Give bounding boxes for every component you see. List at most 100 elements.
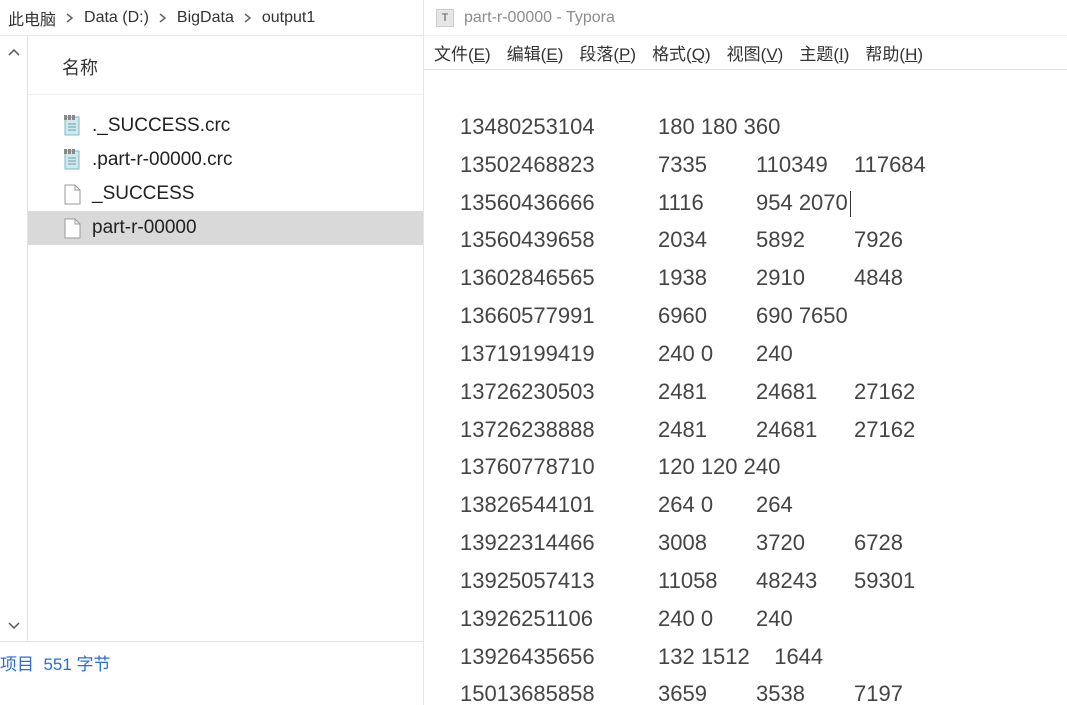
- row-col23: 240 0: [658, 335, 756, 373]
- file-name: part-r-00000: [92, 217, 197, 239]
- breadcrumb-item[interactable]: 此电脑: [4, 4, 60, 32]
- file-item[interactable]: ._SUCCESS.crc: [28, 109, 423, 143]
- row-col3: 3538: [756, 675, 854, 705]
- row-col3: 3720: [756, 524, 854, 562]
- row-col1: 13602846565: [460, 259, 658, 297]
- row-col3: 2910: [756, 259, 854, 297]
- menu-item[interactable]: 帮助(H): [865, 40, 923, 65]
- data-row: 13926435656132 1512 1644: [460, 638, 1067, 676]
- row-col3: 48243: [756, 562, 854, 600]
- data-row: 135024688237335110349117684: [460, 146, 1067, 184]
- file-name: ._SUCCESS.crc: [92, 115, 230, 137]
- row-col2: 7335: [658, 146, 756, 184]
- row-col1: 13826544101: [460, 486, 658, 524]
- status-items-label: 项目: [0, 655, 34, 674]
- chevron-up-icon[interactable]: [8, 44, 20, 59]
- row-col2: 11058: [658, 562, 756, 600]
- row-col1: 13480253104: [460, 108, 658, 146]
- menu-item[interactable]: 格式(Q): [652, 40, 711, 65]
- row-col2: 3659: [658, 675, 756, 705]
- row-col4: 264: [756, 486, 793, 524]
- row-col2: 6960: [658, 297, 756, 335]
- row-col2: 3008: [658, 524, 756, 562]
- row-col4: 7926: [854, 221, 903, 259]
- row-col4: 7197: [854, 675, 903, 705]
- menu-item[interactable]: 主题(I): [799, 40, 849, 65]
- chevron-right-icon: [244, 13, 252, 23]
- row-rest: 132 1512 1644: [658, 638, 823, 676]
- row-col3: 110349: [756, 146, 854, 184]
- blank-file-icon: [62, 183, 82, 205]
- breadcrumb: 此电脑 Data (D:) BigData output1: [0, 0, 423, 36]
- menu-bar: 文件(E) 编辑(E) 段落(P) 格式(Q) 视图(V) 主题(I) 帮助(H): [424, 36, 1067, 70]
- file-list: ._SUCCESS.crc .part-r-00000.crc _SUCCESSpa…: [28, 95, 423, 641]
- row-col1: 13726230503: [460, 373, 658, 411]
- row-col23: 240 0: [658, 600, 756, 638]
- explorer-sidebar-gutter: [0, 36, 28, 641]
- data-row: 13719199419240 0240: [460, 335, 1067, 373]
- row-col23: 264 0: [658, 486, 756, 524]
- row-rest: 120 120 240: [658, 448, 780, 486]
- status-size: 551 字节: [43, 655, 110, 674]
- data-row: 13560439658203458927926: [460, 221, 1067, 259]
- row-col1: 13760778710: [460, 448, 658, 486]
- row-col4: 59301: [854, 562, 915, 600]
- file-item[interactable]: _SUCCESS: [28, 177, 423, 211]
- file-explorer-panel: 此电脑 Data (D:) BigData output1: [0, 0, 424, 705]
- row-col2: 2481: [658, 411, 756, 449]
- blank-file-icon: [62, 217, 82, 239]
- row-rest: 954 2070: [756, 184, 851, 222]
- row-col1: 13926435656: [460, 638, 658, 676]
- row-col3: 5892: [756, 221, 854, 259]
- status-bar: 项目 551 字节: [0, 641, 423, 705]
- typora-app-icon: T: [436, 9, 454, 27]
- row-col1: 13925057413: [460, 562, 658, 600]
- file-item[interactable]: part-r-00000: [28, 211, 423, 245]
- breadcrumb-item[interactable]: BigData: [173, 7, 238, 29]
- row-col2: 2034: [658, 221, 756, 259]
- row-col1: 13560439658: [460, 221, 658, 259]
- window-title: part-r-00000 - Typora: [464, 9, 615, 27]
- data-row: 13760778710120 120 240: [460, 448, 1067, 486]
- notepad-file-icon: [62, 115, 82, 137]
- data-row: 1372623050324812468127162: [460, 373, 1067, 411]
- editor-content[interactable]: 13480253104180 180 360135024688237335110…: [424, 70, 1067, 705]
- text-cursor: [850, 191, 851, 217]
- row-col2: 1116: [658, 184, 756, 222]
- column-header-name[interactable]: 名称: [28, 36, 423, 95]
- breadcrumb-item[interactable]: Data (D:): [80, 7, 153, 29]
- row-col1: 15013685858: [460, 675, 658, 705]
- menu-item[interactable]: 视图(V): [727, 40, 784, 65]
- notepad-file-icon: [62, 149, 82, 171]
- row-rest: 690 7650: [756, 297, 848, 335]
- row-col1: 13922314466: [460, 524, 658, 562]
- file-item[interactable]: .part-r-00000.crc: [28, 143, 423, 177]
- file-name: .part-r-00000.crc: [92, 149, 232, 171]
- row-col4: 240: [756, 335, 793, 373]
- row-col1: 13726238888: [460, 411, 658, 449]
- breadcrumb-item[interactable]: output1: [258, 7, 319, 29]
- row-col1: 13660577991: [460, 297, 658, 335]
- typora-panel: T part-r-00000 - Typora 文件(E) 编辑(E) 段落(P) 格…: [424, 0, 1067, 705]
- data-row: 15013685858365935387197: [460, 675, 1067, 705]
- file-name: _SUCCESS: [92, 183, 194, 205]
- row-col4: 240: [756, 600, 793, 638]
- data-row: 13922314466300837206728: [460, 524, 1067, 562]
- row-col1: 13502468823: [460, 146, 658, 184]
- row-col3: 24681: [756, 373, 854, 411]
- data-row: 135604366661116954 2070: [460, 184, 1067, 222]
- row-col4: 27162: [854, 411, 915, 449]
- row-col1: 13560436666: [460, 184, 658, 222]
- menu-item[interactable]: 段落(P): [579, 40, 636, 65]
- row-col2: 1938: [658, 259, 756, 297]
- row-col3: 24681: [756, 411, 854, 449]
- menu-item[interactable]: 编辑(E): [507, 40, 564, 65]
- data-row: 136605779916960690 7650: [460, 297, 1067, 335]
- menu-item[interactable]: 文件(E): [434, 40, 491, 65]
- data-row: 13926251106240 0240: [460, 600, 1067, 638]
- row-col4: 27162: [854, 373, 915, 411]
- chevron-down-icon[interactable]: [8, 618, 20, 633]
- data-row: 13480253104180 180 360: [460, 108, 1067, 146]
- data-row: 13602846565193829104848: [460, 259, 1067, 297]
- row-col4: 4848: [854, 259, 903, 297]
